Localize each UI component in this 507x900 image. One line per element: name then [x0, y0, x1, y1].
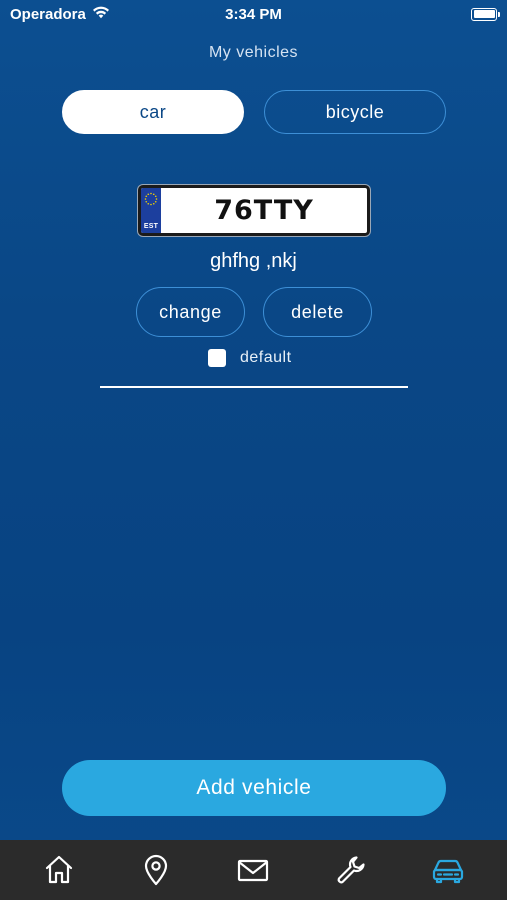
- plate-country-code: EST: [143, 223, 159, 230]
- plate-eu-band: EST: [141, 188, 161, 233]
- default-label: default: [240, 349, 292, 366]
- mail-icon: [238, 859, 269, 882]
- default-row: default: [208, 348, 292, 368]
- wifi-icon: [92, 5, 110, 23]
- status-left: Operadora: [10, 5, 110, 23]
- location-pin-icon: [144, 854, 168, 886]
- change-button[interactable]: change: [136, 287, 245, 337]
- tab-vehicles[interactable]: [418, 842, 478, 898]
- page-title: My vehicles: [208, 44, 299, 61]
- status-bar: Operadora 3:34 PM: [0, 0, 507, 28]
- tab-car[interactable]: car: [62, 90, 244, 134]
- tab-location[interactable]: [126, 842, 186, 898]
- vehicle-type-segment: car bicycle: [62, 90, 446, 134]
- battery-icon: [471, 7, 500, 21]
- vehicle-name: ghfhg ,nkj: [210, 250, 297, 272]
- license-plate: EST 76TTY: [138, 185, 370, 236]
- tab-service[interactable]: [321, 842, 381, 898]
- home-icon: [45, 855, 72, 884]
- tab-bicycle[interactable]: bicycle: [264, 90, 446, 134]
- eu-stars-icon: [144, 192, 158, 206]
- tab-messages[interactable]: [223, 842, 283, 898]
- divider: [100, 386, 408, 388]
- wrench-icon: [337, 856, 365, 884]
- car-icon: [433, 859, 464, 884]
- add-vehicle-button[interactable]: Add vehicle: [62, 760, 446, 816]
- carrier-label: Operadora: [10, 5, 86, 23]
- delete-button[interactable]: delete: [263, 287, 372, 337]
- plate-number: 76TTY: [214, 195, 314, 226]
- default-checkbox[interactable]: [208, 349, 226, 367]
- tab-home[interactable]: [29, 842, 89, 898]
- tab-bar: [0, 840, 507, 900]
- vehicle-actions: change delete: [136, 287, 372, 337]
